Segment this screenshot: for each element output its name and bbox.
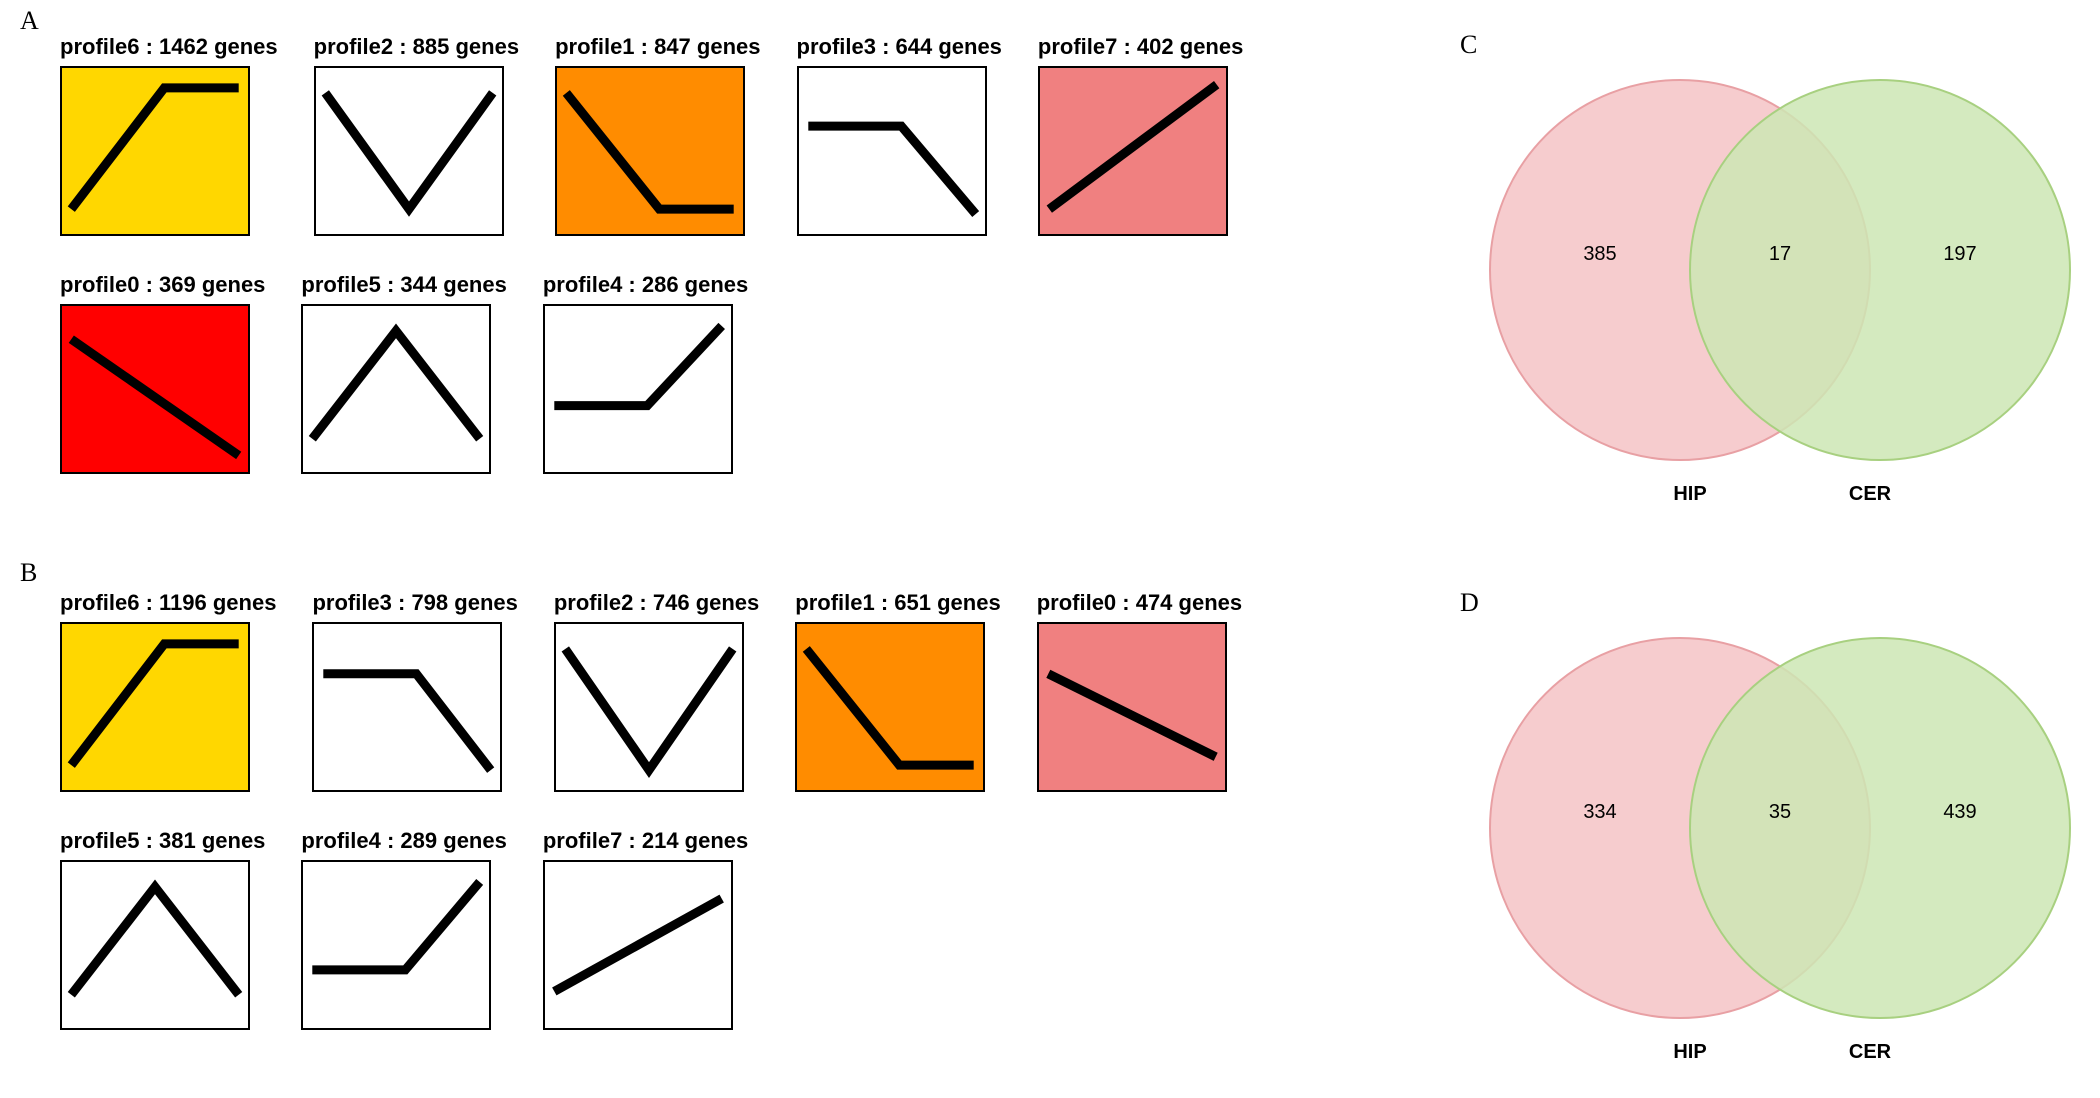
venn-left-label: HIP bbox=[1673, 483, 1706, 505]
profile-cell: profile6 : 1462 genes bbox=[60, 34, 278, 236]
profile-row: profile0 : 369 genes profile5 : 344 genes… bbox=[60, 272, 1243, 474]
venn-c: 385 17 197 HIP CER bbox=[1460, 60, 2100, 520]
profile-cell: profile0 : 474 genes bbox=[1037, 590, 1242, 792]
venn-right-label: CER bbox=[1849, 483, 1892, 505]
trend-icon bbox=[556, 624, 742, 790]
profile-cell: profile5 : 344 genes bbox=[301, 272, 506, 474]
profile-box bbox=[301, 860, 491, 1030]
venn-left-count: 385 bbox=[1583, 243, 1616, 265]
venn-left-label: HIP bbox=[1673, 1041, 1706, 1063]
profile-cell: profile7 : 402 genes bbox=[1038, 34, 1243, 236]
profile-box bbox=[795, 622, 985, 792]
venn-right-circle bbox=[1690, 80, 2070, 460]
profile-title: profile1 : 651 genes bbox=[795, 590, 1000, 616]
profile-title: profile2 : 885 genes bbox=[314, 34, 519, 60]
venn-right-count: 197 bbox=[1943, 243, 1976, 265]
profile-box bbox=[543, 860, 733, 1030]
profile-title: profile3 : 798 genes bbox=[312, 590, 517, 616]
profile-box bbox=[1038, 66, 1228, 236]
profile-title: profile5 : 381 genes bbox=[60, 828, 265, 854]
profile-box bbox=[301, 304, 491, 474]
profile-row: profile6 : 1462 genes profile2 : 885 gene… bbox=[60, 34, 1243, 236]
venn-diagram: 334 35 439 HIP CER bbox=[1460, 618, 2100, 1078]
trend-icon bbox=[303, 306, 489, 472]
venn-diagram: 385 17 197 HIP CER bbox=[1460, 60, 2100, 520]
profile-box bbox=[60, 622, 250, 792]
profile-cell: profile4 : 286 genes bbox=[543, 272, 748, 474]
profile-title: profile2 : 746 genes bbox=[554, 590, 759, 616]
profile-title: profile4 : 289 genes bbox=[301, 828, 506, 854]
profile-title: profile6 : 1196 genes bbox=[60, 590, 276, 616]
profile-cell: profile1 : 651 genes bbox=[795, 590, 1000, 792]
profile-box bbox=[60, 304, 250, 474]
trend-icon bbox=[62, 306, 248, 472]
profile-grid-a: profile6 : 1462 genes profile2 : 885 gene… bbox=[60, 34, 1243, 474]
profile-cell: profile3 : 644 genes bbox=[797, 34, 1002, 236]
profile-title: profile0 : 369 genes bbox=[60, 272, 265, 298]
profile-box bbox=[554, 622, 744, 792]
profile-row: profile5 : 381 genes profile4 : 289 genes… bbox=[60, 828, 1242, 1030]
profile-title: profile6 : 1462 genes bbox=[60, 34, 278, 60]
profile-cell: profile1 : 847 genes bbox=[555, 34, 760, 236]
profile-cell: profile4 : 289 genes bbox=[301, 828, 506, 1030]
figure-root: A B C D profile6 : 1462 genes profile2 : … bbox=[0, 0, 2100, 1098]
profile-box bbox=[555, 66, 745, 236]
profile-box bbox=[1037, 622, 1227, 792]
trend-icon bbox=[799, 68, 985, 234]
profile-box bbox=[60, 66, 250, 236]
profile-box bbox=[797, 66, 987, 236]
profile-title: profile0 : 474 genes bbox=[1037, 590, 1242, 616]
trend-icon bbox=[316, 68, 502, 234]
profile-cell: profile0 : 369 genes bbox=[60, 272, 265, 474]
profile-cell: profile2 : 885 genes bbox=[314, 34, 519, 236]
profile-box bbox=[60, 860, 250, 1030]
panel-label-d: D bbox=[1460, 588, 1479, 618]
profile-row: profile6 : 1196 genes profile3 : 798 gene… bbox=[60, 590, 1242, 792]
profile-cell: profile5 : 381 genes bbox=[60, 828, 265, 1030]
profile-title: profile7 : 214 genes bbox=[543, 828, 748, 854]
profile-box bbox=[543, 304, 733, 474]
venn-d: 334 35 439 HIP CER bbox=[1460, 618, 2100, 1078]
profile-title: profile1 : 847 genes bbox=[555, 34, 760, 60]
trend-icon bbox=[545, 862, 731, 1028]
profile-cell: profile7 : 214 genes bbox=[543, 828, 748, 1030]
trend-icon bbox=[303, 862, 489, 1028]
venn-right-label: CER bbox=[1849, 1041, 1892, 1063]
profile-title: profile5 : 344 genes bbox=[301, 272, 506, 298]
panel-label-a: A bbox=[20, 6, 39, 36]
profile-box bbox=[312, 622, 502, 792]
trend-icon bbox=[545, 306, 731, 472]
profile-box bbox=[314, 66, 504, 236]
venn-intersection-count: 17 bbox=[1769, 243, 1791, 265]
venn-right-circle bbox=[1690, 638, 2070, 1018]
profile-cell: profile2 : 746 genes bbox=[554, 590, 759, 792]
panel-label-b: B bbox=[20, 558, 37, 588]
profile-cell: profile6 : 1196 genes bbox=[60, 590, 276, 792]
profile-title: profile7 : 402 genes bbox=[1038, 34, 1243, 60]
panel-label-c: C bbox=[1460, 30, 1477, 60]
venn-right-count: 439 bbox=[1943, 801, 1976, 823]
profile-grid-b: profile6 : 1196 genes profile3 : 798 gene… bbox=[60, 590, 1242, 1030]
trend-icon bbox=[62, 624, 248, 790]
trend-icon bbox=[1040, 68, 1226, 234]
trend-icon bbox=[557, 68, 743, 234]
profile-cell: profile3 : 798 genes bbox=[312, 590, 517, 792]
profile-title: profile3 : 644 genes bbox=[797, 34, 1002, 60]
trend-icon bbox=[62, 68, 248, 234]
profile-title: profile4 : 286 genes bbox=[543, 272, 748, 298]
venn-intersection-count: 35 bbox=[1769, 801, 1791, 823]
trend-icon bbox=[1039, 624, 1225, 790]
trend-icon bbox=[314, 624, 500, 790]
venn-left-count: 334 bbox=[1583, 801, 1616, 823]
trend-icon bbox=[62, 862, 248, 1028]
trend-icon bbox=[797, 624, 983, 790]
